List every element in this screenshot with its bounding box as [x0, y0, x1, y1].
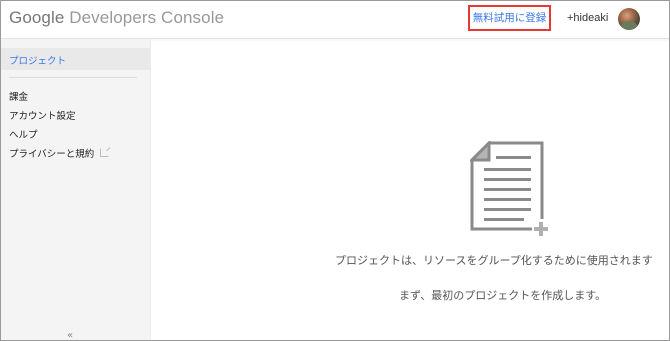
document-add-icon: [470, 141, 549, 236]
sidebar-item-privacy-terms-label: プライバシーと規約: [9, 149, 95, 160]
sidebar-item-privacy-terms[interactable]: プライバシーと規約: [9, 146, 110, 160]
sidebar-divider: [9, 77, 137, 78]
sidebar-item-projects[interactable]: プロジェクト: [9, 53, 66, 67]
sidebar-item-help[interactable]: ヘルプ: [9, 127, 38, 141]
logo-google-text: Google: [9, 8, 65, 27]
sidebar: プロジェクト 課金 アカウント設定 ヘルプ プライバシーと規約 «: [1, 39, 151, 340]
empty-state-description: プロジェクトは、リソースをグループ化するために使用されます: [335, 254, 653, 267]
app-logo[interactable]: Google Developers Console: [9, 8, 224, 28]
collapse-sidebar-button[interactable]: «: [67, 330, 73, 340]
sidebar-item-billing[interactable]: 課金: [9, 89, 28, 103]
user-profile-link[interactable]: +hideaki: [567, 12, 608, 24]
top-bar: Google Developers Console 無料試用に登録 +hidea…: [1, 1, 669, 39]
sidebar-item-account-settings[interactable]: アカウント設定: [9, 108, 76, 122]
empty-state-hint: まず、最初のプロジェクトを作成します。: [399, 289, 607, 302]
avatar[interactable]: [618, 8, 640, 30]
logo-product-text: Developers Console: [69, 8, 225, 27]
console-window: Google Developers Console 無料試用に登録 +hidea…: [0, 0, 670, 341]
free-trial-button[interactable]: 無料試用に登録: [468, 5, 551, 31]
external-link-icon: [100, 148, 110, 157]
